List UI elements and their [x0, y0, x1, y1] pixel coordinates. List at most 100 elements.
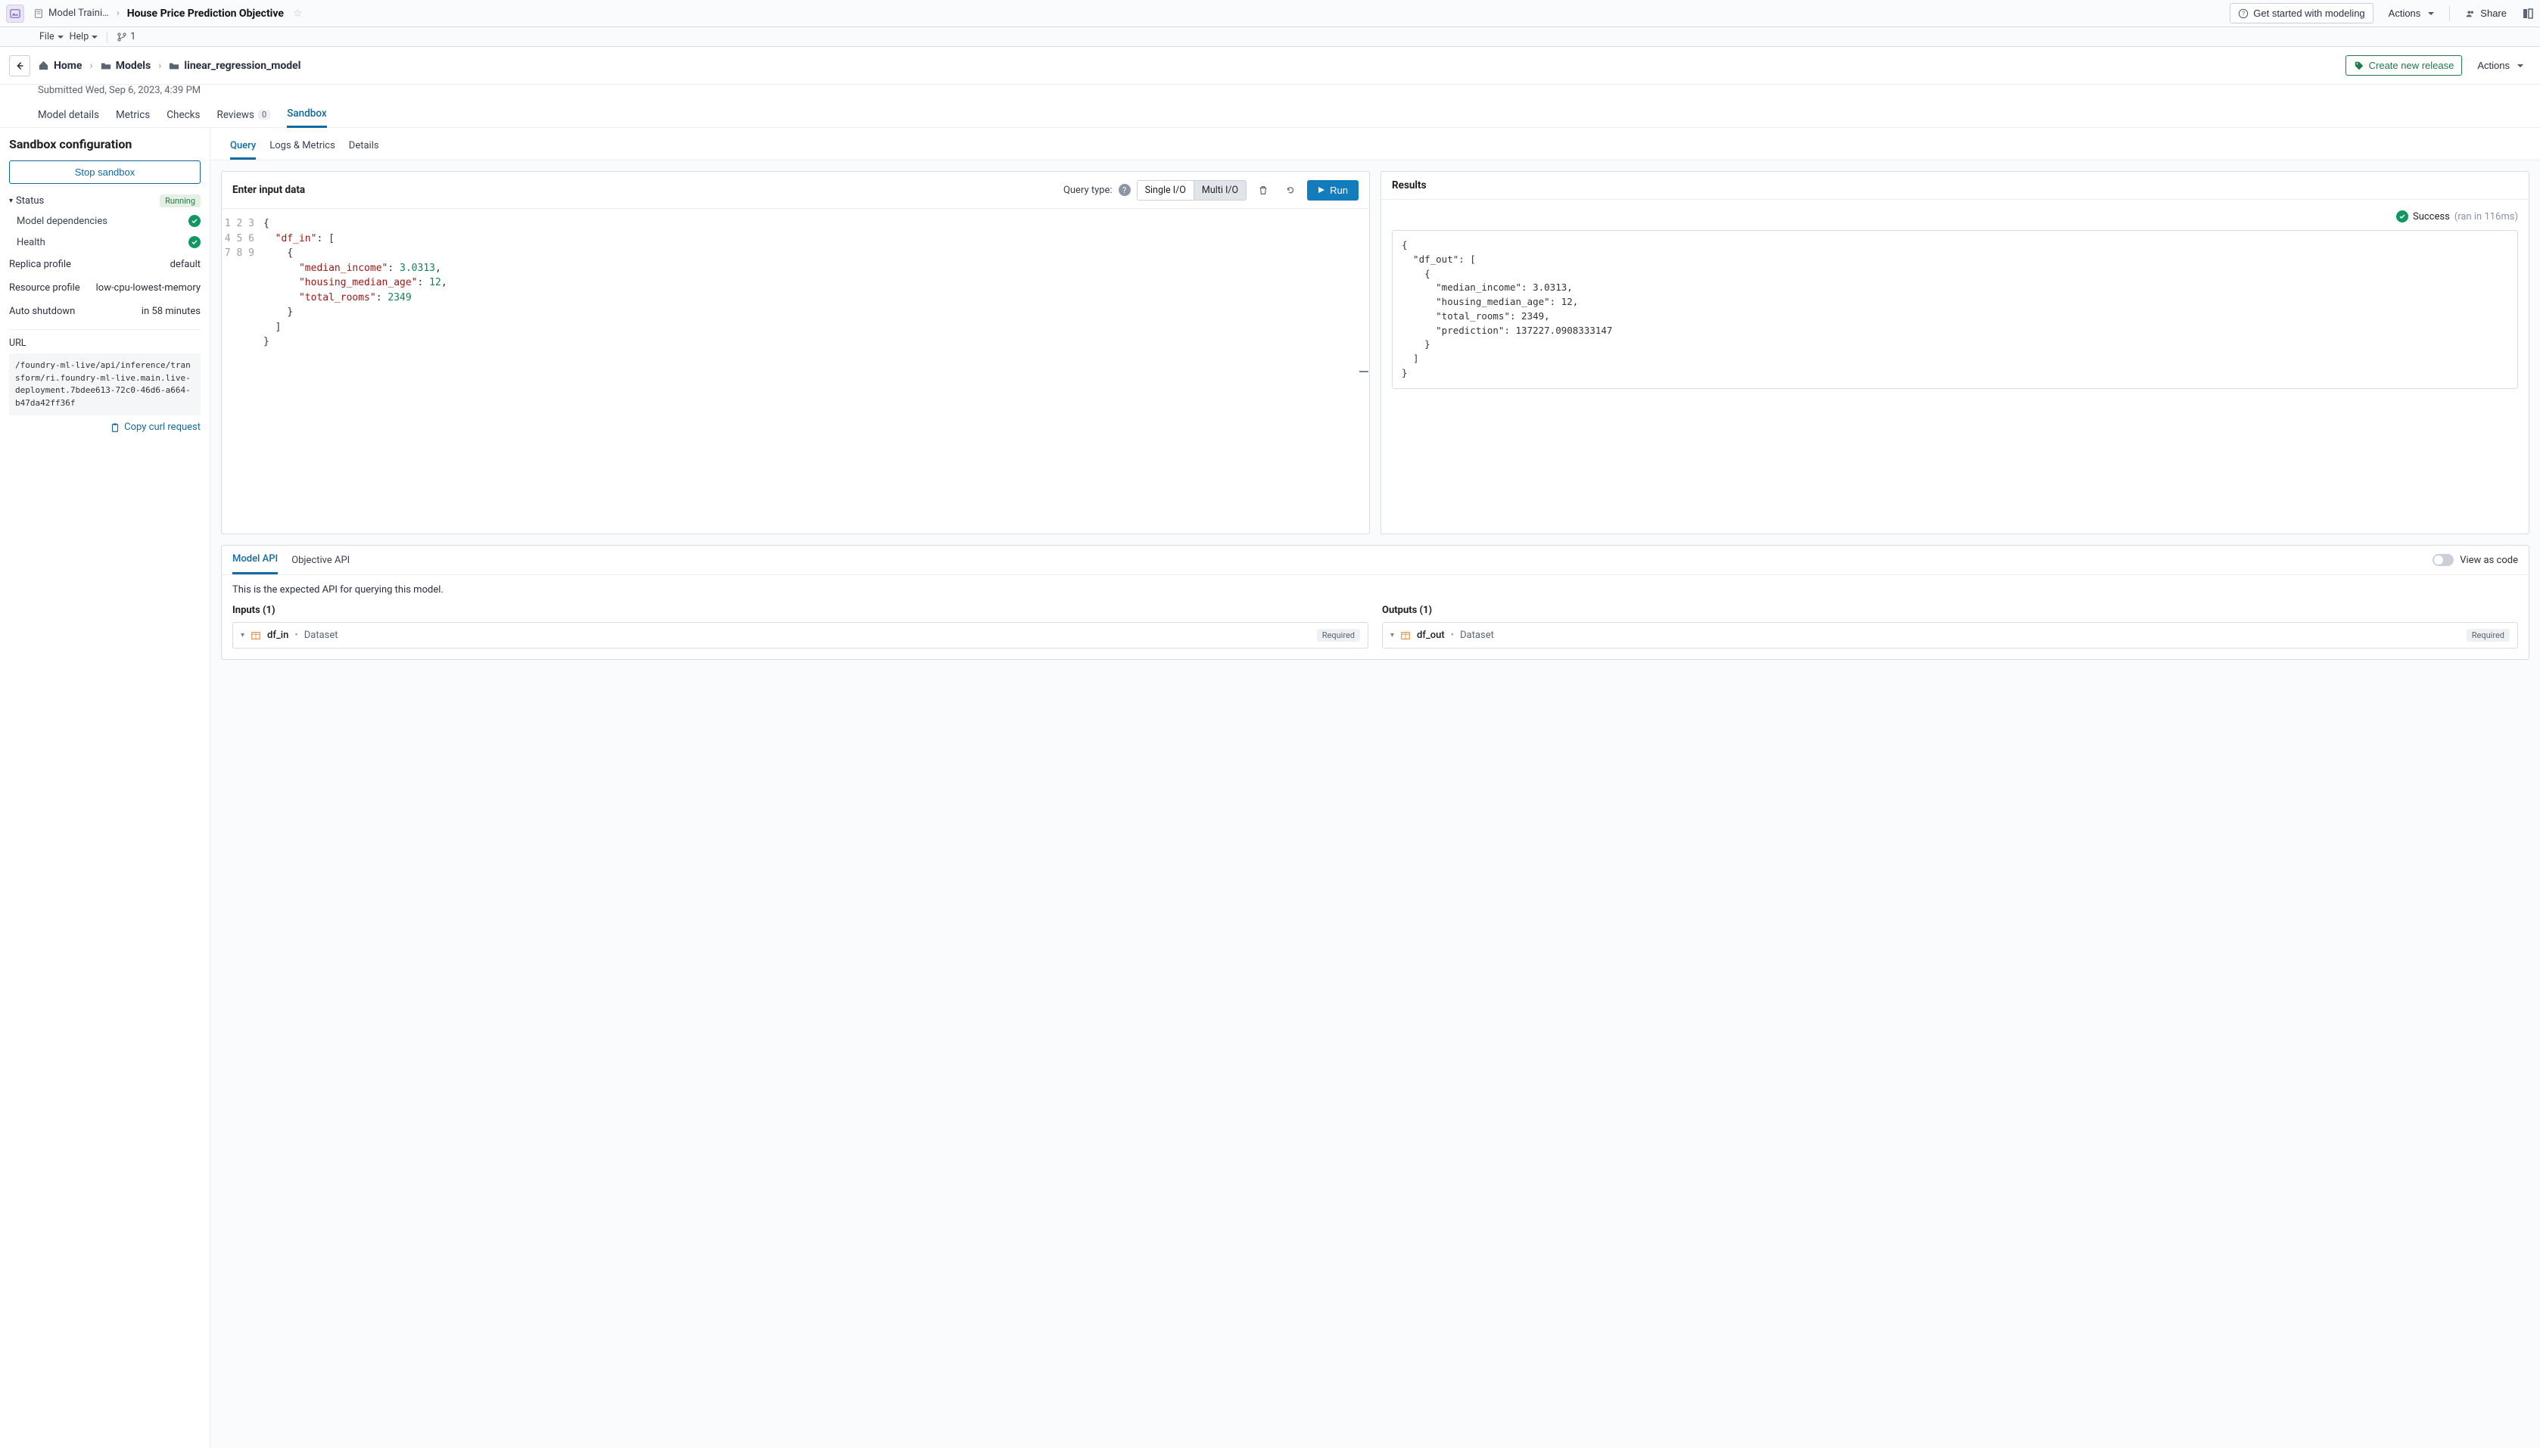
tab-metrics[interactable]: Metrics	[116, 103, 150, 127]
model-deps-row: Model dependencies	[9, 210, 201, 232]
branch-indicator[interactable]: 1	[117, 31, 135, 42]
query-tab-logs[interactable]: Logs & Metrics	[269, 135, 335, 160]
models-link[interactable]: Models	[116, 60, 151, 72]
tag-icon	[2354, 61, 2364, 71]
actions-dropdown[interactable]: Actions	[2381, 4, 2442, 23]
status-badge: Running	[160, 194, 201, 207]
outputs-title: Outputs (1)	[1382, 605, 2518, 616]
check-icon	[188, 236, 201, 248]
page-title: House Price Prediction Objective	[127, 8, 284, 20]
folder-icon	[101, 61, 111, 71]
svg-text:?: ?	[2242, 10, 2246, 17]
inputs-column: Inputs (1) ▾ df_in • Dataset Required	[232, 605, 1368, 649]
api-tab-model[interactable]: Model API	[232, 546, 278, 574]
check-icon	[2396, 210, 2408, 222]
view-as-code-toggle[interactable]	[2433, 554, 2454, 566]
delete-button[interactable]	[1253, 179, 1274, 201]
people-icon	[2465, 8, 2476, 19]
panel-toggle-icon[interactable]	[2522, 8, 2534, 20]
required-badge: Required	[2467, 629, 2510, 642]
timing-text: (ran in 116ms)	[2454, 211, 2518, 222]
picture-icon	[10, 8, 20, 19]
check-icon	[188, 215, 201, 227]
help-icon[interactable]: ?	[1119, 184, 1131, 196]
file-menu[interactable]: File	[39, 31, 64, 42]
outputs-column: Outputs (1) ▾ df_out • Dataset Required	[1382, 605, 2518, 649]
branch-icon	[117, 32, 127, 42]
results-panel: Results Success (ran in 116ms) { "df_out…	[1381, 171, 2529, 534]
tab-reviews[interactable]: Reviews 0	[217, 103, 271, 127]
folder-icon	[169, 61, 179, 71]
arrow-left-icon	[14, 61, 25, 71]
status-toggle[interactable]: ▾ Status Running	[9, 194, 201, 207]
app-logo[interactable]	[6, 5, 24, 23]
line-gutter: 1 2 3 4 5 6 7 8 9	[222, 216, 263, 526]
tab-model-details[interactable]: Model details	[38, 103, 99, 127]
breadcrumb-parent[interactable]: Model Traini…	[48, 8, 109, 19]
home-link[interactable]: Home	[54, 60, 82, 72]
topbar: Model Traini… › House Price Prediction O…	[0, 0, 2540, 27]
home-icon	[38, 60, 49, 71]
sidebar-title: Sandbox configuration	[9, 137, 201, 151]
sidebar: Sandbox configuration Stop sandbox ▾ Sta…	[0, 128, 210, 1448]
input-panel-title: Enter input data	[232, 184, 305, 196]
tab-sandbox[interactable]: Sandbox	[287, 101, 326, 128]
play-icon	[1318, 186, 1325, 194]
auto-shutdown-row: Auto shutdown in 58 minutes	[9, 300, 201, 323]
stop-sandbox-button[interactable]: Stop sandbox	[9, 160, 201, 184]
query-type-label: Query type:	[1063, 185, 1113, 196]
input-panel: Enter input data Query type: ? Single I/…	[221, 171, 1370, 534]
url-value[interactable]: /foundry-ml-live/api/inference/transform…	[9, 353, 201, 415]
tab-checks[interactable]: Checks	[167, 103, 200, 127]
multi-io-option[interactable]: Multi I/O	[1194, 181, 1246, 200]
query-tabs: Query Logs & Metrics Details	[210, 128, 2540, 160]
replica-profile-row: Replica profile default	[9, 253, 201, 276]
help-menu[interactable]: Help	[70, 31, 98, 42]
resize-handle[interactable]	[1359, 356, 1369, 387]
results-panel-title: Results	[1392, 179, 1427, 191]
copy-curl-button[interactable]: Copy curl request	[9, 422, 201, 433]
single-io-option[interactable]: Single I/O	[1138, 181, 1194, 200]
required-badge: Required	[1317, 629, 1360, 642]
table-icon	[251, 630, 261, 641]
document-icon	[33, 8, 44, 19]
output-box: ▾ df_out • Dataset Required	[1382, 622, 2518, 649]
chevron-down-icon[interactable]: ▾	[1390, 631, 1394, 639]
query-tab-details[interactable]: Details	[349, 135, 379, 160]
chevron-right-icon: ›	[117, 8, 120, 19]
chevron-down-icon[interactable]: ▾	[241, 631, 244, 639]
model-tabs: Model details Metrics Checks Reviews 0 S…	[0, 102, 2540, 128]
clipboard-icon	[110, 422, 120, 433]
reset-button[interactable]	[1280, 179, 1301, 201]
reviews-count-badge: 0	[258, 110, 270, 120]
undo-icon	[1285, 185, 1296, 195]
run-button[interactable]: Run	[1307, 180, 1359, 201]
nav-actions-dropdown[interactable]: Actions	[2470, 56, 2531, 75]
share-button[interactable]: Share	[2458, 4, 2514, 23]
chevron-down-icon: ▾	[9, 197, 13, 205]
content: Query Logs & Metrics Details Enter input…	[210, 128, 2540, 1448]
query-tab-query[interactable]: Query	[230, 135, 256, 160]
nav-breadcrumbs: Home › Models › linear_regression_model …	[0, 47, 2540, 85]
back-button[interactable]	[9, 55, 30, 76]
api-section: Model API Objective API View as code Thi…	[221, 545, 2529, 660]
output-box[interactable]: { "df_out": [ { "median_income": 3.0313,…	[1392, 230, 2518, 389]
menubar: File Help 1	[0, 27, 2540, 47]
get-started-button[interactable]: ? Get started with modeling	[2230, 3, 2373, 23]
code-body[interactable]: { "df_in": [ { "median_income": 3.0313, …	[263, 216, 1369, 526]
input-box: ▾ df_in • Dataset Required	[232, 622, 1368, 649]
success-line: Success (ran in 116ms)	[1392, 210, 2518, 222]
url-label: URL	[9, 338, 201, 349]
current-model: linear_regression_model	[184, 60, 300, 72]
api-description: This is the expected API for querying th…	[222, 575, 2529, 605]
view-as-code: View as code	[2433, 554, 2518, 566]
query-type-toggle: Single I/O Multi I/O	[1137, 180, 1247, 201]
table-icon	[1400, 630, 1411, 641]
create-release-button[interactable]: Create new release	[2345, 55, 2463, 76]
trash-icon	[1258, 185, 1268, 195]
help-icon: ?	[2238, 8, 2249, 19]
api-tab-objective[interactable]: Objective API	[291, 547, 350, 574]
star-icon[interactable]: ☆	[293, 8, 303, 20]
health-row: Health	[9, 232, 201, 253]
code-editor[interactable]: 1 2 3 4 5 6 7 8 9 { "df_in": [ { "median…	[222, 209, 1369, 534]
